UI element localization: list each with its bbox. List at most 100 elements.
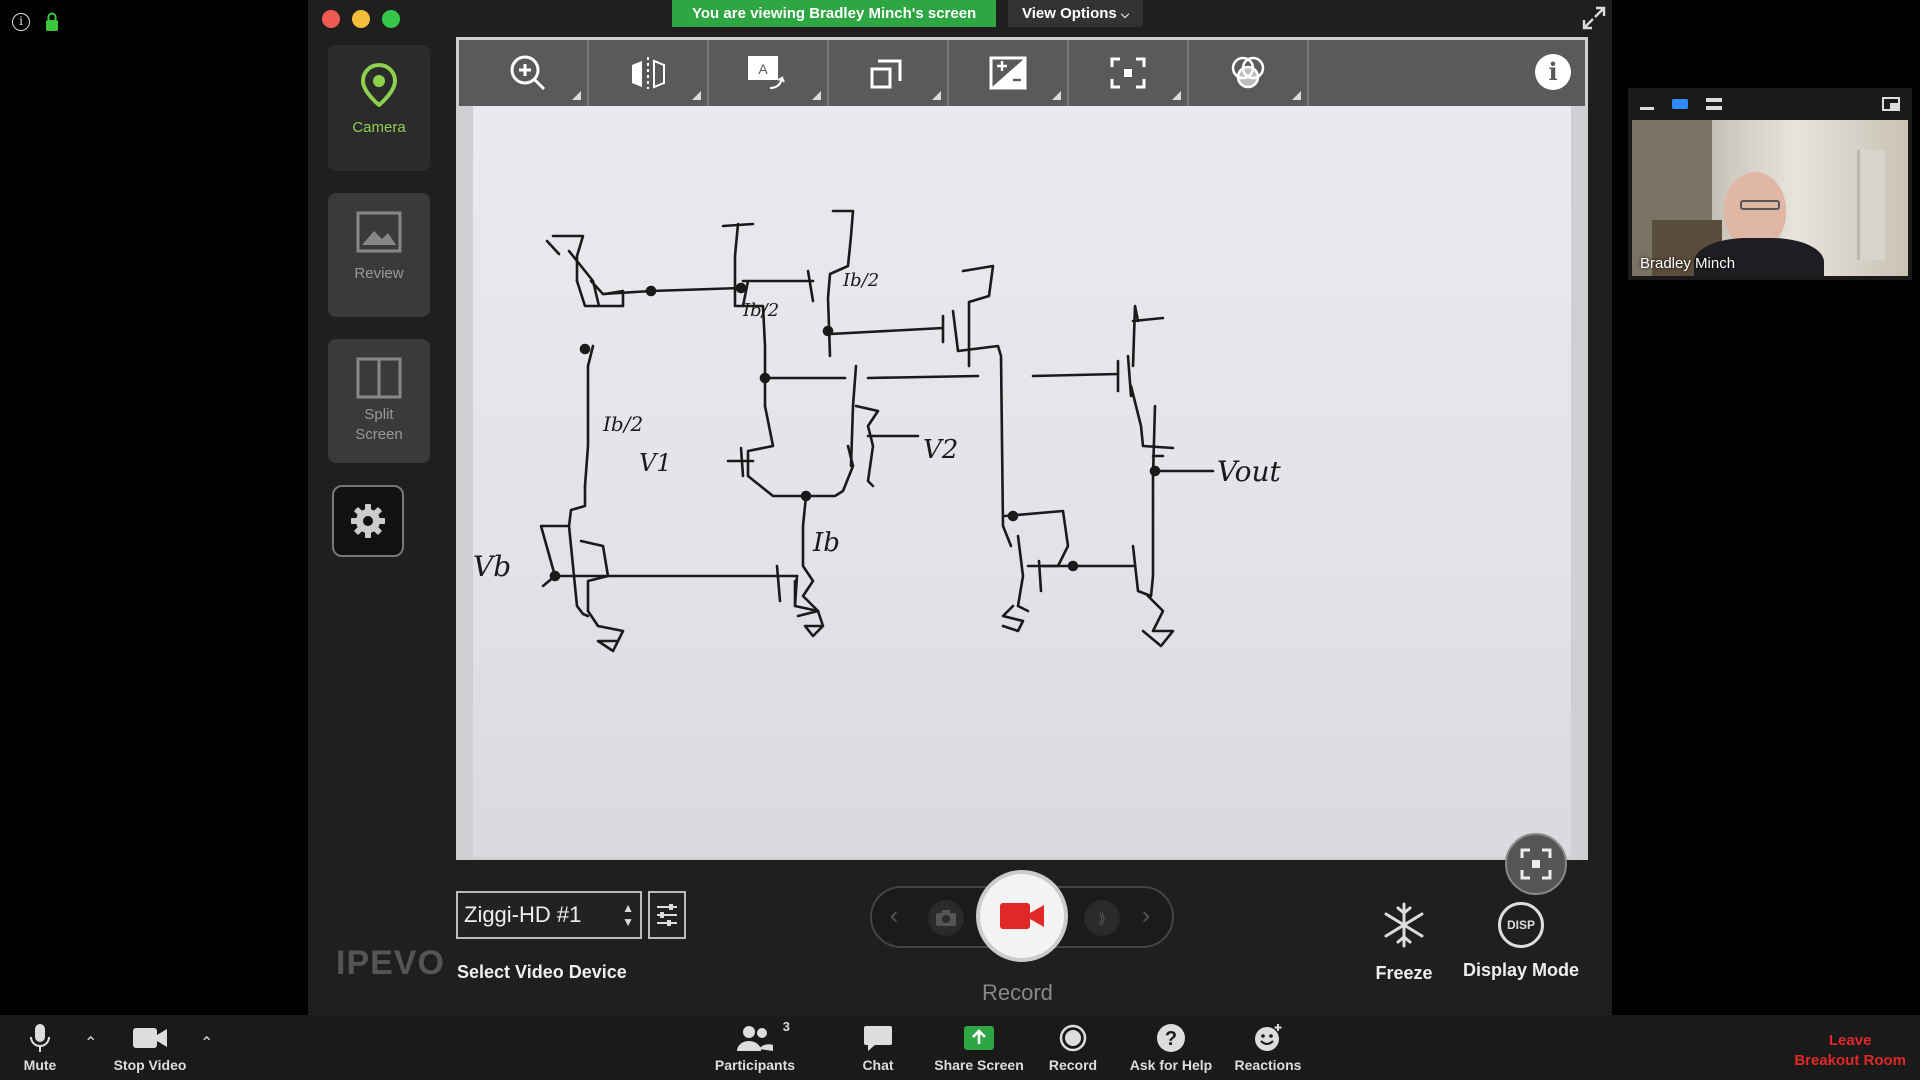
fullscreen-expand-icon[interactable] <box>1582 6 1606 36</box>
chat-button[interactable]: Chat <box>858 1023 898 1073</box>
label-ib: Ib <box>812 528 840 558</box>
crop-tool[interactable] <box>1069 40 1189 106</box>
question-mark-icon: ? <box>1157 1024 1185 1052</box>
microphone-icon <box>30 1024 50 1052</box>
gallery-strip-icon[interactable] <box>1706 98 1722 110</box>
label-v2: V2 <box>923 435 958 465</box>
freeze-button[interactable]: Freeze <box>1372 902 1436 984</box>
location-pin-icon <box>360 62 398 108</box>
timelapse-button[interactable]: ⟫ <box>1084 900 1120 936</box>
leave-breakout-room-button[interactable]: Leave Breakout Room <box>1794 1031 1906 1071</box>
share-screen-label: Share Screen <box>934 1057 1024 1073</box>
freeze-label: Freeze <box>1375 963 1433 983</box>
camera-mode-button[interactable]: Camera <box>328 45 430 171</box>
single-view-icon[interactable] <box>1672 99 1688 109</box>
split-screen-label-2: Screen <box>355 426 403 443</box>
camera-toolbar: A i <box>459 40 1585 106</box>
mute-button[interactable]: Mute <box>18 1023 62 1073</box>
viewing-screen-banner: You are viewing Bradley Minch's screen <box>672 0 997 27</box>
record-meeting-label: Record <box>1048 1057 1098 1073</box>
mute-label: Mute <box>23 1057 57 1073</box>
display-mode-icon: DISP <box>1498 902 1544 948</box>
leave-label-2: Breakout Room <box>1794 1052 1906 1069</box>
label-ib-half-3: Ib/2 <box>842 270 879 291</box>
app-left-rail: Camera Review Split Screen <box>328 45 430 557</box>
fullscreen-capture-button[interactable] <box>1505 833 1567 895</box>
chevron-right-icon[interactable]: › <box>1142 902 1150 930</box>
ipevo-logo: IPEVO <box>336 944 445 982</box>
split-screen-icon <box>356 357 402 399</box>
snapshot-button[interactable] <box>928 900 964 936</box>
device-settings-button[interactable] <box>648 891 686 939</box>
chat-label: Chat <box>862 1057 894 1073</box>
circuit-sketch: Ib/2 Ib/2 Ib/2 V1 V2 Ib Vb Vout <box>473 209 1282 653</box>
label-v1: V1 <box>639 449 672 477</box>
whiteboard-camera-feed: Ib/2 Ib/2 Ib/2 V1 V2 Ib Vb Vout <box>473 106 1571 895</box>
window-minimize-button[interactable] <box>352 10 370 28</box>
display-mode-button[interactable]: DISP Display Mode <box>1456 902 1586 981</box>
chat-bubble-icon <box>864 1026 892 1051</box>
record-video-button[interactable] <box>976 870 1068 962</box>
color-filter-tool[interactable] <box>1189 40 1309 106</box>
gear-icon <box>351 504 385 538</box>
auto-focus-tool[interactable]: A <box>709 40 829 106</box>
record-meeting-button[interactable]: Record <box>1048 1023 1098 1073</box>
participants-button[interactable]: 3 Participants <box>714 1019 796 1073</box>
label-ib-half-2: Ib/2 <box>742 300 779 321</box>
video-options-chevron-icon[interactable]: ⌃ <box>200 1033 213 1053</box>
video-device-value: Ziggi-HD #1 <box>464 902 582 927</box>
participant-video[interactable]: Bradley Minch <box>1632 120 1908 276</box>
video-camera-icon <box>133 1028 167 1048</box>
minimize-icon[interactable] <box>1640 106 1654 110</box>
swap-view-icon[interactable] <box>1882 97 1900 111</box>
participants-label: Participants <box>714 1057 796 1073</box>
stop-video-button[interactable]: Stop Video <box>110 1023 190 1073</box>
audio-options-chevron-icon[interactable]: ⌃ <box>84 1033 97 1053</box>
reactions-button[interactable]: Reactions <box>1234 1023 1302 1073</box>
emoji-smile-icon <box>1255 1024 1282 1051</box>
chevron-left-icon[interactable]: ‹ <box>890 902 898 930</box>
share-screen-button[interactable]: Share Screen <box>934 1023 1024 1073</box>
label-vout: Vout <box>1217 455 1282 488</box>
snowflake-icon <box>1384 902 1424 948</box>
record-icon <box>1059 1024 1087 1052</box>
rotate-tool[interactable] <box>829 40 949 106</box>
color-filter-icon <box>1231 56 1265 89</box>
split-screen-label-1: Split <box>364 406 394 423</box>
sliders-icon <box>657 904 677 926</box>
exposure-icon <box>989 56 1027 90</box>
share-screen-icon <box>964 1026 994 1050</box>
svg-text:?: ? <box>1165 1028 1177 1050</box>
meeting-info-bar: i <box>12 12 60 32</box>
leave-label-1: Leave <box>1828 1032 1872 1049</box>
mirror-flip-icon <box>632 57 665 89</box>
settings-button[interactable] <box>332 485 404 557</box>
participants-icon <box>737 1026 773 1051</box>
window-maximize-button[interactable] <box>382 10 400 28</box>
chevron-down-icon: ⌵ <box>1120 9 1130 21</box>
select-video-device-label: Select Video Device <box>457 962 627 982</box>
image-gallery-icon <box>356 211 402 253</box>
meeting-info-icon[interactable]: i <box>12 13 30 31</box>
select-arrows-icon: ▲ ▼ <box>622 901 634 929</box>
ask-for-help-label: Ask for Help <box>1129 1057 1213 1073</box>
stop-video-label: Stop Video <box>113 1057 187 1073</box>
zoom-in-icon <box>510 55 546 91</box>
timelapse-icon: ⟫ <box>1098 909 1106 926</box>
display-mode-label: Display Mode <box>1462 960 1580 980</box>
exposure-tool[interactable] <box>949 40 1069 106</box>
label-vb: Vb <box>473 550 511 583</box>
window-close-button[interactable] <box>322 10 340 28</box>
zoom-in-tool[interactable] <box>469 40 589 106</box>
review-mode-button[interactable]: Review <box>328 193 430 317</box>
video-device-select[interactable]: Ziggi-HD #1 ▲ ▼ <box>456 891 642 939</box>
view-options-label: View Options <box>1022 5 1117 22</box>
split-screen-button[interactable]: Split Screen <box>328 339 430 463</box>
mirror-flip-tool[interactable] <box>589 40 709 106</box>
info-button[interactable]: i <box>1535 54 1571 90</box>
reactions-label: Reactions <box>1234 1057 1302 1073</box>
ask-for-help-button[interactable]: ? Ask for Help <box>1128 1023 1214 1073</box>
glasses <box>1740 200 1780 210</box>
encryption-lock-icon[interactable] <box>44 12 60 32</box>
view-options-button[interactable]: View Options ⌵ <box>1008 0 1144 27</box>
